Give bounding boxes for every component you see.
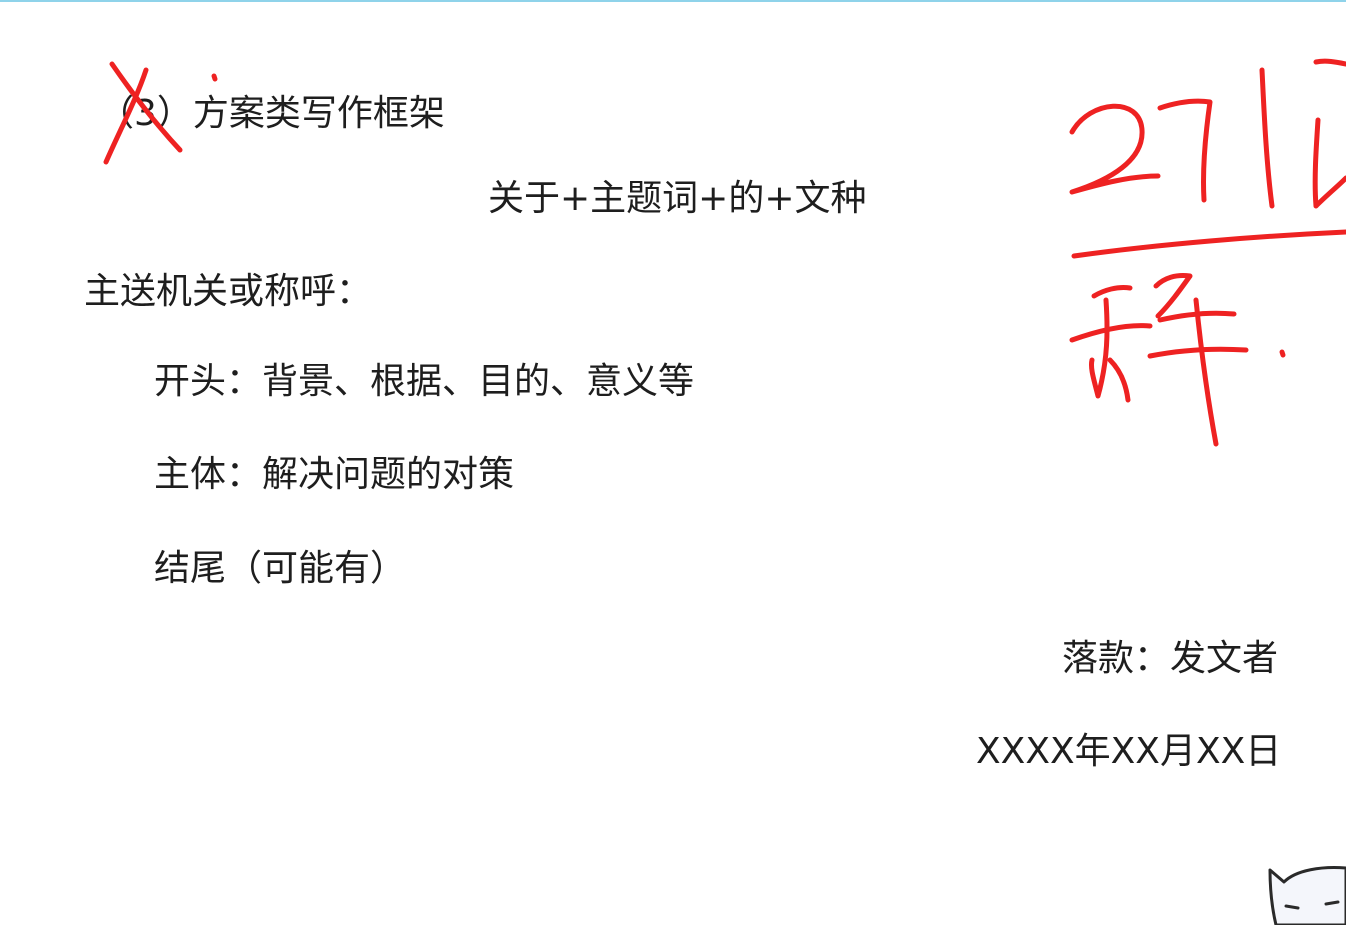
- handwritten-underline: [1071, 229, 1346, 259]
- handwritten-word: [1069, 273, 1286, 447]
- mascot-icon: [1268, 866, 1346, 925]
- slide-canvas: （3）方案类写作框架 关于+主题词+的+文种 主送机关或称呼： 开头：背景、根据…: [0, 0, 1346, 925]
- section-heading: （3）方案类写作框架: [98, 93, 445, 134]
- date-line: XXXX年XX月XX日: [976, 731, 1282, 772]
- title-formula: 关于+主题词+的+文种: [488, 178, 867, 219]
- ending-line: 结尾（可能有）: [154, 548, 407, 589]
- body-line: 主体：解决问题的对策: [154, 454, 515, 495]
- top-divider: [0, 0, 1346, 2]
- opening-line: 开头：背景、根据、目的、意义等: [154, 361, 695, 402]
- recipient-line: 主送机关或称呼：: [84, 271, 373, 312]
- signature-line: 落款：发文者: [1062, 638, 1279, 679]
- handwritten-page-note: [1069, 58, 1346, 209]
